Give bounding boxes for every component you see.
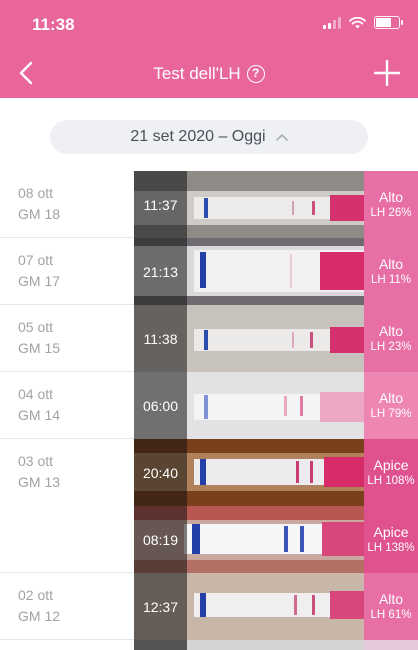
lh-value: LH 26% — [370, 207, 412, 219]
lh-value: LH 108% — [367, 475, 415, 487]
result-badge: Alto LH 11% — [364, 238, 418, 305]
result-label: Apice — [373, 524, 409, 540]
entry-date-group: 02 ott GM 12 — [18, 585, 60, 627]
entry-date-group: 03 ott GM 13 — [18, 451, 60, 493]
result-label: Alto — [378, 390, 404, 406]
lh-value: LH 138% — [367, 542, 415, 554]
lh-value: LH 23% — [370, 341, 412, 353]
help-icon[interactable]: ? — [246, 65, 265, 83]
status-icons — [323, 16, 403, 29]
test-strip-photo[interactable] — [134, 640, 418, 650]
result-badge: Alto LH 26% — [364, 171, 418, 238]
test-strip-photo[interactable]: 06:00 Alto LH 79% — [134, 372, 418, 439]
entry-date: 03 ott — [18, 453, 54, 469]
result-badge: Alto LH 23% — [364, 305, 418, 372]
entry-date: 02 ott — [18, 587, 54, 603]
entry-date-group: 05 ott GM 15 — [18, 317, 60, 359]
battery-icon — [374, 16, 403, 29]
entry-cycle-day: GM 15 — [18, 340, 61, 356]
test-strip-photo[interactable]: 12:37 Alto LH 61% — [134, 573, 418, 640]
test-strip-photo[interactable]: 08:19 Apice LH 138% — [134, 506, 418, 573]
lh-strip-image — [134, 640, 418, 650]
result-label: Apice — [373, 457, 409, 473]
lh-value: LH 61% — [370, 609, 412, 621]
entry-date-group: 04 ott GM 14 — [18, 384, 60, 426]
entry-date: 05 ott — [18, 319, 54, 335]
entry-cycle-day: GM 13 — [18, 474, 61, 490]
test-strip-photo[interactable]: 11:37 Alto LH 26% — [134, 171, 418, 238]
entry-date-group: 08 ott GM 18 — [18, 183, 60, 225]
cellular-signal-icon — [323, 16, 341, 29]
status-time: 11:38 — [32, 15, 75, 34]
page-title-container: Test dell'LH ? — [0, 64, 418, 84]
test-time: 06:00 — [134, 372, 187, 439]
lh-value: LH 11% — [370, 274, 412, 286]
status-bar: 11:38 — [0, 0, 418, 48]
test-strip-photo[interactable]: 11:38 Alto LH 23% — [134, 305, 418, 372]
entry-cycle-day: GM 17 — [18, 273, 61, 289]
add-icon[interactable] — [374, 60, 400, 86]
result-badge: Apice LH 138% — [364, 506, 418, 573]
test-strip-photo[interactable]: 21:13 Alto LH 11% — [134, 238, 418, 305]
result-label: Alto — [378, 323, 404, 339]
entry-date: 08 ott — [18, 185, 54, 201]
test-time: 11:38 — [134, 305, 187, 372]
test-time: 12:37 — [134, 573, 187, 640]
result-label: Alto — [378, 256, 404, 272]
page-title: Test dell'LH — [153, 64, 241, 83]
test-time: 20:40 — [134, 439, 187, 506]
result-badge: Alto LH 61% — [364, 573, 418, 640]
chevron-up-icon — [275, 133, 288, 141]
date-range-selector[interactable]: 21 set 2020 – Oggi — [50, 120, 368, 154]
wifi-icon — [349, 16, 366, 28]
entry-cycle-day: GM 12 — [18, 608, 61, 624]
result-badge: Apice LH 108% — [364, 439, 418, 506]
date-range-label: 21 set 2020 – Oggi — [130, 128, 266, 145]
test-time: 08:19 — [134, 506, 187, 573]
nav-bar: Test dell'LH ? — [0, 48, 418, 98]
test-time: 11:37 — [134, 171, 187, 238]
entry-cycle-day: GM 18 — [18, 206, 61, 222]
entry-date: 07 ott — [18, 252, 54, 268]
test-strip-photo[interactable]: 20:40 Apice LH 108% — [134, 439, 418, 506]
entry-cycle-day: GM 14 — [18, 407, 61, 423]
lh-value: LH 79% — [370, 408, 412, 420]
entry-date-group: 07 ott GM 17 — [18, 250, 60, 292]
result-badge: Alto LH 79% — [364, 372, 418, 439]
entry-date: 04 ott — [18, 386, 54, 402]
test-time: 21:13 — [134, 238, 187, 305]
result-label: Alto — [378, 591, 404, 607]
result-label: Alto — [378, 189, 404, 205]
